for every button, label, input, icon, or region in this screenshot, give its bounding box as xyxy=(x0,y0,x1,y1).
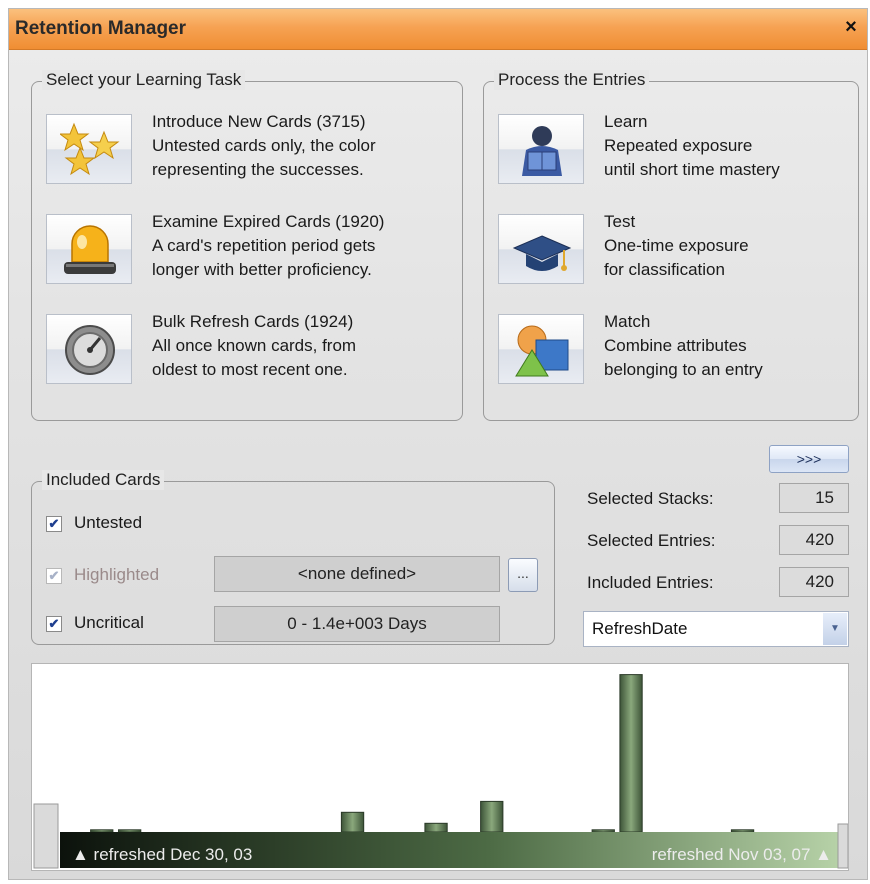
uncritical-checkbox[interactable]: ✔ xyxy=(46,616,62,632)
task-title: Introduce New Cards (3715) xyxy=(152,112,366,131)
learner-icon xyxy=(522,126,562,176)
range-end-handle[interactable] xyxy=(837,823,848,869)
timeline-start-label: ▲ refreshed Dec 30, 03 xyxy=(72,845,252,864)
task-bulk-refresh-button[interactable] xyxy=(46,314,132,384)
task-title: Bulk Refresh Cards (1924) xyxy=(152,312,354,331)
graduation-cap-icon xyxy=(512,235,572,271)
selected-stacks-label: Selected Stacks: xyxy=(587,489,714,508)
process-description-line: belonging to an entry xyxy=(604,360,763,379)
process-description-line: for classification xyxy=(604,260,725,279)
uncritical-label: Uncritical xyxy=(74,613,144,632)
process-description-line: One-time exposure xyxy=(604,236,749,255)
learning-task-legend: Select your Learning Task xyxy=(42,70,246,90)
task-description-line: oldest to most recent one. xyxy=(152,360,348,379)
untested-checkbox[interactable]: ✔ xyxy=(46,516,62,532)
advance-button[interactable]: >>> xyxy=(769,445,849,473)
test-button[interactable] xyxy=(498,214,584,284)
task-description-line: representing the successes. xyxy=(152,160,364,179)
included-entries-label: Included Entries: xyxy=(587,573,714,592)
process-learn[interactable]: Learn Repeated exposure until short time… xyxy=(498,110,838,190)
selected-entries-label: Selected Entries: xyxy=(587,531,716,550)
histogram-bar xyxy=(730,829,755,833)
included-cards-legend: Included Cards xyxy=(42,470,165,490)
histogram-bar xyxy=(340,811,365,833)
learn-button[interactable] xyxy=(498,114,584,184)
highlighted-filter-field[interactable]: <none defined> xyxy=(214,556,500,592)
included-cards-group: Included Cards ✔ Untested ✔ Highlighted … xyxy=(31,470,555,645)
selected-entries-value: 420 xyxy=(779,525,849,555)
match-shapes-icon xyxy=(515,325,569,377)
highlighted-checkbox: ✔ xyxy=(46,568,62,584)
match-button[interactable] xyxy=(498,314,584,384)
process-test[interactable]: Test One-time exposure for classificatio… xyxy=(498,210,838,290)
timeline-end-label: refreshed Nov 03, 07 ▲ xyxy=(652,845,832,864)
included-entries-value: 420 xyxy=(779,567,849,597)
histogram-bar xyxy=(480,800,504,833)
task-title: Examine Expired Cards (1920) xyxy=(152,212,385,231)
highlighted-label: Highlighted xyxy=(74,565,160,584)
task-bulk-refresh-cards[interactable]: Bulk Refresh Cards (1924) All once known… xyxy=(46,310,466,390)
alarm-light-icon xyxy=(64,225,116,274)
title-bar[interactable]: Retention Manager × xyxy=(9,9,867,50)
task-description-line: A card's repetition period gets xyxy=(152,236,376,255)
task-description-line: longer with better proficiency. xyxy=(152,260,372,279)
untested-label: Untested xyxy=(74,513,143,532)
task-description-line: All once known cards, from xyxy=(152,336,357,355)
highlighted-browse-button[interactable]: ... xyxy=(508,558,538,592)
window-title: Retention Manager xyxy=(15,18,187,39)
uncritical-range-field[interactable]: 0 - 1.4e+003 Days xyxy=(214,606,500,642)
close-icon[interactable]: × xyxy=(841,16,861,39)
process-title: Test xyxy=(604,212,636,231)
histogram-bar xyxy=(90,829,114,833)
task-description-line: Untested cards only, the color xyxy=(152,136,376,155)
process-match[interactable]: Match Combine attributes belonging to an… xyxy=(498,310,838,390)
task-introduce-button[interactable] xyxy=(46,114,132,184)
learning-task-group: Select your Learning Task Introduce New … xyxy=(31,70,466,421)
chevron-down-icon[interactable]: ▼ xyxy=(823,613,847,645)
task-examine-button[interactable] xyxy=(46,214,132,284)
range-start-handle[interactable] xyxy=(33,803,59,869)
process-entries-group: Process the Entries Learn Repeated expos… xyxy=(483,70,859,421)
process-entries-legend: Process the Entries xyxy=(494,70,650,90)
selected-stacks-value: 15 xyxy=(779,483,849,513)
stars-icon xyxy=(60,122,120,176)
histogram-bar xyxy=(591,829,615,833)
process-description-line: Combine attributes xyxy=(604,336,747,355)
task-examine-expired-cards[interactable]: Examine Expired Cards (1920) A card's re… xyxy=(46,210,466,290)
refresh-histogram: ▲ refreshed Dec 30, 03 refreshed Nov 03,… xyxy=(31,663,849,871)
retention-manager-window: Retention Manager × Select your Learning… xyxy=(8,8,868,880)
histogram-svg: ▲ refreshed Dec 30, 03 refreshed Nov 03,… xyxy=(33,674,848,869)
process-title: Learn xyxy=(604,112,648,131)
histogram-bar xyxy=(619,674,643,833)
histogram-bar xyxy=(424,822,448,833)
histogram-bar xyxy=(118,829,142,833)
gauge-icon xyxy=(65,325,115,375)
process-description-line: until short time mastery xyxy=(604,160,780,179)
task-introduce-new-cards[interactable]: Introduce New Cards (3715) Untested card… xyxy=(46,110,466,190)
sort-field-dropdown[interactable]: RefreshDate ▼ xyxy=(583,611,849,647)
process-title: Match xyxy=(604,312,651,331)
sort-field-value: RefreshDate xyxy=(592,619,688,638)
process-description-line: Repeated exposure xyxy=(604,136,753,155)
